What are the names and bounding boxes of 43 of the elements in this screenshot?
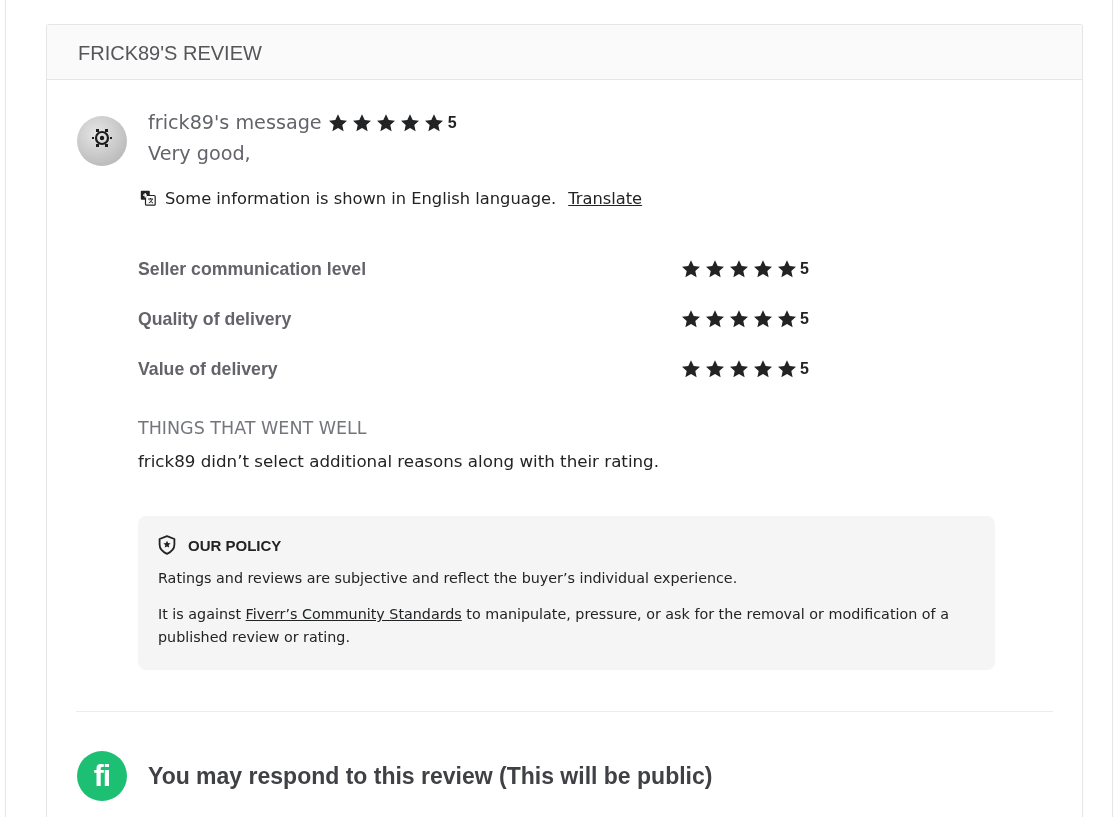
rating-label: Quality of delivery <box>138 308 293 330</box>
star-icon <box>681 359 701 379</box>
star-icon <box>705 259 725 279</box>
star-icon <box>681 259 701 279</box>
star-icon <box>753 359 773 379</box>
star-icon <box>753 259 773 279</box>
shield-star-icon <box>158 535 176 555</box>
translation-notice: Some information is shown in English language. <box>165 188 557 208</box>
star-icon <box>705 359 725 379</box>
rating-value: 5 <box>447 114 457 132</box>
rating-label: Value of delivery <box>138 358 279 380</box>
policy-text: Ratings and reviews are subjective and reflect the buyer’s individual experience. <box>158 569 739 588</box>
rating-label: Seller communication level <box>138 258 368 280</box>
rating-value: 5 <box>800 360 809 378</box>
respond-heading: You may respond to this review (This will be public) <box>148 762 713 790</box>
rating-value: 5 <box>800 260 809 278</box>
star-icon <box>777 309 797 329</box>
star-icon <box>777 359 797 379</box>
translate-icon <box>140 190 156 206</box>
translate-link[interactable]: Translate <box>568 188 643 208</box>
policy-heading: OUR POLICY <box>188 536 282 554</box>
review-message: Very good, <box>148 141 252 167</box>
section-text: frick89 didn’t select additional reasons along with their rating. <box>138 450 660 473</box>
review-title: FRICK89'S REVIEW <box>78 40 262 65</box>
star-icon <box>729 259 749 279</box>
star-icon <box>705 309 725 329</box>
star-icon <box>729 359 749 379</box>
avatar-placeholder <box>77 116 127 166</box>
policy-text: It is against Fiverr’s Community Standards to manipulate, pressure, or ask for the removal or modification of a published review or rating. <box>158 605 950 647</box>
star-icon <box>729 309 749 329</box>
star-icon <box>399 113 420 133</box>
star-icon <box>753 309 773 329</box>
star-icon <box>327 113 348 133</box>
star-icon <box>423 113 444 133</box>
logo: fi <box>77 751 127 801</box>
author-label: frick89's message <box>148 111 322 135</box>
star-icon <box>777 259 797 279</box>
community-standards-link[interactable]: Fiverr’s Community Standards <box>245 606 462 622</box>
section-heading: THINGS THAT WENT WELL <box>138 417 368 440</box>
star-icon <box>375 113 396 133</box>
rating-value: 5 <box>800 310 809 328</box>
star-icon <box>351 113 372 133</box>
star-icon <box>681 309 701 329</box>
